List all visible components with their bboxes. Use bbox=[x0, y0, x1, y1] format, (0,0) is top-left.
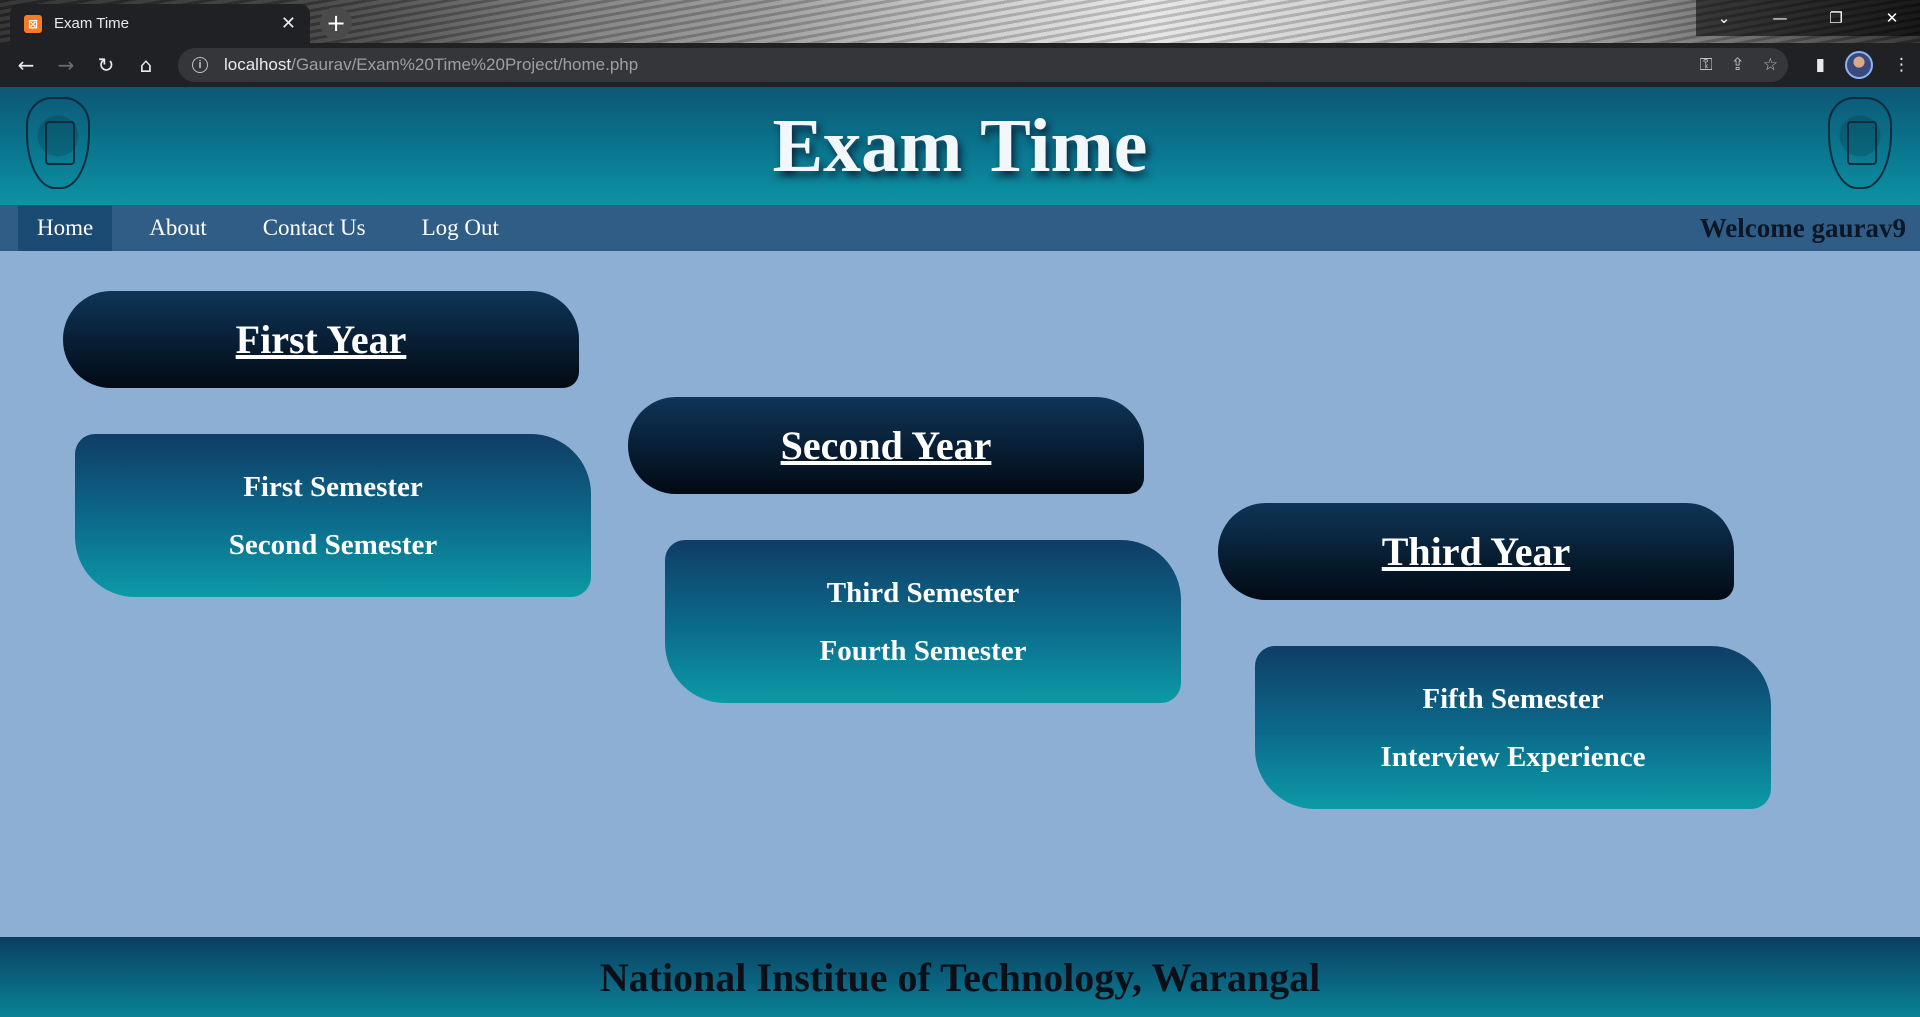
semester-link[interactable]: Third Semester bbox=[827, 576, 1020, 610]
semester-link[interactable]: Fourth Semester bbox=[820, 634, 1027, 668]
bookmark-star-icon[interactable]: ☆ bbox=[1763, 55, 1778, 75]
nav-contact-us[interactable]: Contact Us bbox=[244, 205, 385, 251]
menu-kebab-icon[interactable]: ⋮ bbox=[1893, 55, 1910, 75]
tab-close-icon[interactable]: ✕ bbox=[281, 13, 296, 34]
nav-about[interactable]: About bbox=[130, 205, 226, 251]
window-controls: ⌄ — ❐ ✕ bbox=[1696, 0, 1920, 36]
tab-search-icon[interactable]: ⌄ bbox=[1696, 0, 1752, 36]
main-navbar: Home About Contact Us Log Out Welcome ga… bbox=[0, 205, 1920, 251]
profile-avatar[interactable] bbox=[1845, 51, 1873, 79]
key-icon[interactable]: ⚿ bbox=[1700, 55, 1713, 75]
welcome-message: Welcome gaurav9 bbox=[1699, 213, 1906, 243]
site-title: Exam Time bbox=[772, 104, 1148, 188]
back-icon[interactable]: ← bbox=[6, 45, 46, 85]
year-heading-third[interactable]: Third Year bbox=[1218, 503, 1734, 600]
browser-tab[interactable]: ⊠ Exam Time ✕ bbox=[10, 4, 310, 43]
window-close-icon[interactable]: ✕ bbox=[1864, 0, 1920, 36]
url-path: /Gaurav/Exam%20Time%20Project/home.php bbox=[291, 55, 639, 74]
nav-log-out[interactable]: Log Out bbox=[403, 205, 518, 251]
home-icon[interactable]: ⌂ bbox=[126, 45, 166, 85]
semester-link[interactable]: First Semester bbox=[243, 470, 423, 504]
site-info-icon[interactable]: i bbox=[192, 57, 208, 73]
reload-icon[interactable]: ↻ bbox=[86, 45, 126, 85]
side-panel-icon[interactable]: ▮ bbox=[1816, 55, 1825, 75]
page-header: Exam Time bbox=[0, 87, 1920, 205]
browser-toolbar: ← → ↻ ⌂ i localhost/Gaurav/Exam%20Time%2… bbox=[0, 43, 1920, 87]
new-tab-button[interactable]: + bbox=[320, 7, 352, 39]
share-icon[interactable]: ⇪ bbox=[1731, 55, 1745, 75]
address-bar[interactable]: i localhost/Gaurav/Exam%20Time%20Project… bbox=[178, 48, 1788, 82]
year-heading-second[interactable]: Second Year bbox=[628, 397, 1144, 494]
nav-home[interactable]: Home bbox=[18, 205, 113, 251]
semester-box-second-year: Third Semester Fourth Semester bbox=[665, 540, 1181, 703]
semester-box-first-year: First Semester Second Semester bbox=[75, 434, 591, 597]
year-heading-first[interactable]: First Year bbox=[63, 291, 579, 388]
omnibox-actions: ⚿ ⇪ ☆ bbox=[1700, 48, 1788, 82]
interview-experience-link[interactable]: Interview Experience bbox=[1381, 740, 1646, 774]
year-link[interactable]: Second Year bbox=[781, 422, 992, 469]
forward-icon[interactable]: → bbox=[46, 45, 86, 85]
footer-text: National Institue of Technology, Waranga… bbox=[599, 954, 1321, 1000]
semester-box-third-year: Fifth Semester Interview Experience bbox=[1255, 646, 1771, 809]
semester-link[interactable]: Fifth Semester bbox=[1422, 682, 1603, 716]
semester-link[interactable]: Second Semester bbox=[229, 528, 438, 562]
toolbar-right: ▮ ⋮ bbox=[1816, 43, 1910, 87]
year-link[interactable]: First Year bbox=[236, 316, 407, 363]
url-host: localhost bbox=[224, 55, 292, 74]
page-footer: National Institue of Technology, Waranga… bbox=[0, 937, 1920, 1017]
year-link[interactable]: Third Year bbox=[1382, 528, 1571, 575]
tab-title: Exam Time bbox=[54, 15, 130, 32]
restore-icon[interactable]: ❐ bbox=[1808, 0, 1864, 36]
minimize-icon[interactable]: — bbox=[1752, 0, 1808, 36]
xampp-favicon-icon: ⊠ bbox=[24, 14, 42, 33]
browser-tabstrip: ⊠ Exam Time ✕ + ⌄ — ❐ ✕ bbox=[0, 0, 1920, 43]
